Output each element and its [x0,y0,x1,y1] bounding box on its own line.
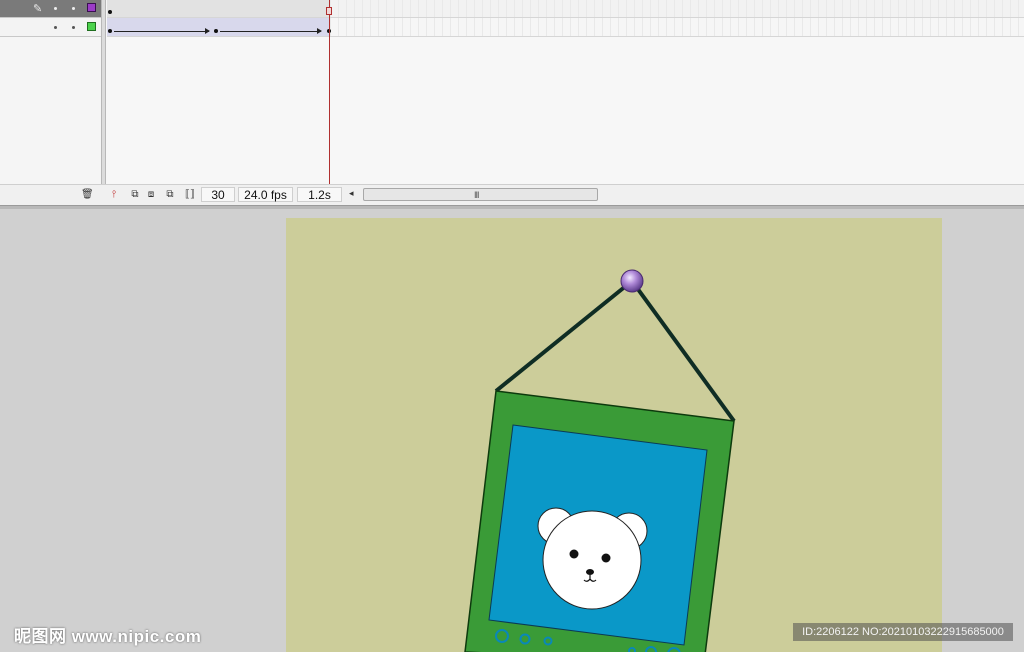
center-frame-icon[interactable]: ⫯ [108,189,120,201]
scroll-left-arrow-icon[interactable]: ◂ [349,188,354,199]
keyframe[interactable] [108,10,112,14]
playhead[interactable] [329,0,330,186]
frames-area[interactable] [107,0,1024,184]
tween-arrow [114,28,210,34]
tween-span-layer-2[interactable] [107,18,330,36]
current-frame-field[interactable]: 30 [201,187,235,202]
modify-markers-icon[interactable]: ⟦⟧ [184,189,196,201]
layer-list: ✎ [0,0,101,184]
bear-nose [586,569,594,575]
bear-right-eye [601,553,611,563]
keyframe[interactable] [108,29,112,33]
panel-divider[interactable] [101,0,106,207]
frame-rate-field[interactable]: 24.0 fps [238,187,293,202]
layer-row-2[interactable] [0,18,101,37]
pushpin [620,269,644,293]
layer-row-1[interactable]: ✎ [0,0,101,18]
frame-span-layer-1[interactable] [107,0,330,17]
stage-canvas[interactable] [286,218,942,652]
trash-icon[interactable]: 🗑 [81,189,94,201]
edit-multiple-frames-icon[interactable]: ⧉ [164,189,176,201]
lock-dot-icon[interactable] [72,26,75,29]
bear-head [542,510,642,610]
pasteboard [0,209,1024,652]
stage-artwork [464,269,736,652]
visibility-dot-icon[interactable] [54,26,57,29]
onion-skin-icon[interactable]: ⧉ [129,189,141,201]
tween-arrow [220,28,322,34]
lock-dot-icon[interactable] [72,7,75,10]
keyframe[interactable] [214,29,218,33]
watermark-site: 昵图网 www.nipic.com [14,627,202,646]
watermark-id: ID:2206122 NO:20210103222915685000 [793,623,1013,641]
visibility-dot-icon[interactable] [54,7,57,10]
bear-left-eye [569,549,579,559]
horizontal-scrollbar-thumb[interactable]: III [363,188,598,201]
timeline-footer: 🗑 ⫯ ⧉ ⧈ ⧉ ⟦⟧ 30 24.0 fps 1.2s ◂ III [0,184,1024,205]
hanging-string-left [494,279,634,393]
pencil-icon: ✎ [33,3,43,15]
elapsed-time-field: 1.2s [297,187,342,202]
layer-color-swatch[interactable] [87,3,96,12]
hanging-string-right [630,279,736,423]
layer-color-swatch[interactable] [87,22,96,31]
scrollbar-grip-icon: III [474,190,479,200]
onion-skin-outlines-icon[interactable]: ⧈ [145,189,157,201]
timeline-panel: ✎ 🗑 ⫯ ⧉ ⧈ ⧉ ⟦⟧ 30 24.0 fps 1.2s ◂ III [0,0,1024,207]
playhead-handle[interactable] [326,7,332,15]
